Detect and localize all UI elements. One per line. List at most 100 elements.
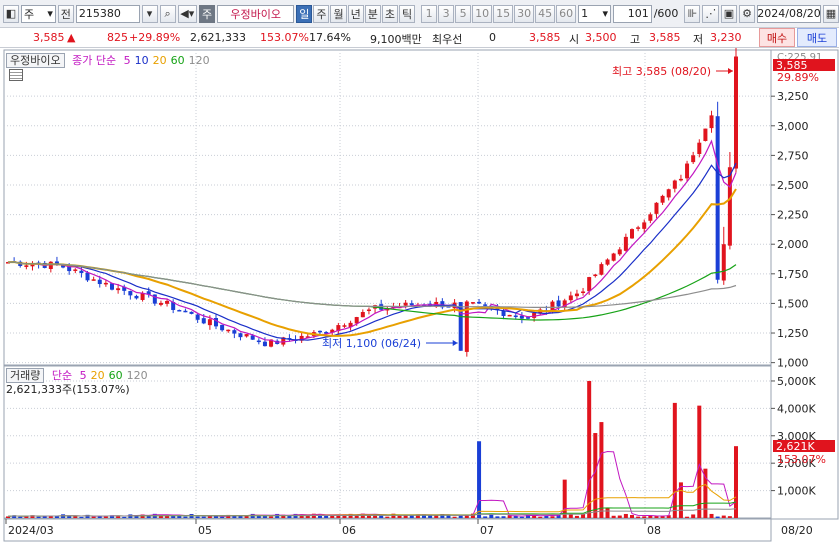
candle-body: [501, 310, 506, 317]
candle-body: [672, 180, 677, 189]
high-value: 3,585: [649, 31, 681, 44]
candle-body: [709, 115, 714, 129]
open-value: 3,500: [585, 31, 617, 44]
volume-bar: [642, 516, 647, 518]
sell-button[interactable]: 매도: [797, 28, 837, 47]
volume-bar: [721, 515, 726, 518]
volume-bar: [709, 513, 714, 518]
code-input[interactable]: 215380: [75, 4, 140, 23]
volume-bar: [734, 446, 738, 518]
prev-button[interactable]: 전: [57, 4, 74, 23]
interval-select[interactable]: 1 ▾: [578, 4, 612, 23]
x-tick-label: 08: [647, 524, 661, 537]
quote-bar: 3,585 ▲ 825 +29.89% 2,621,333 153.07% 17…: [0, 28, 839, 48]
price-tick-label: 2,750: [777, 149, 809, 162]
chevron-down-icon: ▾: [602, 7, 609, 20]
period-tab-5[interactable]: 초: [381, 4, 398, 23]
candle-body: [158, 302, 163, 305]
minute-option-15[interactable]: 15: [493, 4, 514, 23]
price-ma-120: 120: [188, 54, 210, 67]
candle-body: [256, 340, 261, 343]
period-tab-6[interactable]: 틱: [398, 4, 416, 23]
candle-body: [207, 319, 212, 326]
price-tick-label: 1,750: [777, 268, 809, 281]
candle-body: [678, 178, 683, 181]
volume-bar: [519, 516, 524, 518]
candle-body: [85, 272, 90, 281]
volume-bar: [538, 516, 543, 518]
minute-option-10[interactable]: 10: [472, 4, 493, 23]
volume-bar: [195, 516, 200, 518]
high-annotation: 최고 3,585 (08/20): [612, 65, 711, 78]
data-table-icon[interactable]: [9, 69, 23, 81]
minute-option-30[interactable]: 30: [514, 4, 535, 23]
volume-bar: [691, 514, 696, 518]
candle-body: [342, 325, 347, 327]
code-dropdown-icon[interactable]: ▾: [141, 4, 158, 23]
chevron-down-icon: ▾: [47, 7, 53, 20]
candle-body: [734, 56, 738, 169]
calendar-icon[interactable]: ▦: [823, 4, 839, 23]
candle-body: [660, 195, 665, 203]
open-label: 시: [569, 33, 580, 46]
market-value: 주: [24, 7, 35, 21]
price-tick-label: 1,500: [777, 297, 809, 310]
candle-body: [617, 249, 622, 255]
candle-body: [73, 269, 78, 271]
market-select[interactable]: 주 ▾: [21, 4, 56, 23]
chart-menu-icon[interactable]: ◧: [3, 4, 19, 23]
buy-button[interactable]: 매수: [759, 28, 795, 47]
period-tab-0[interactable]: 일: [296, 4, 313, 23]
candle-body: [403, 302, 408, 306]
period-tab-2[interactable]: 월: [330, 4, 347, 23]
toolbar: ◧ 주 ▾ 전 215380 ▾ ⌕ ◀▾ 주 우정바이오 일주월년분초틱 135…: [0, 0, 839, 28]
minute-option-5[interactable]: 5: [455, 4, 472, 23]
candle-body: [134, 295, 139, 299]
volume-bar: [593, 433, 598, 518]
stock-name-field[interactable]: 우정바이오: [217, 4, 295, 23]
indicator-icon[interactable]: ⋰: [702, 4, 719, 23]
volume-bar: [458, 515, 463, 518]
volume-bar: [269, 516, 274, 518]
minute-option-1[interactable]: 1: [421, 4, 438, 23]
volume-bar: [623, 513, 628, 518]
date-field[interactable]: 2024/08/20: [757, 4, 821, 23]
volume-tick-label: 5,000K: [777, 375, 816, 388]
volume-bar: [385, 516, 390, 518]
candle-body: [691, 155, 696, 163]
settings-icon[interactable]: ⚙: [739, 4, 755, 23]
candle-body: [318, 330, 322, 333]
candle-body: [177, 309, 182, 312]
candle-body: [507, 314, 512, 317]
volume-bar: [103, 516, 108, 518]
search-icon[interactable]: ⌕: [159, 4, 176, 23]
price-tick-label: 2,250: [777, 209, 809, 222]
minute-option-3[interactable]: 3: [438, 4, 455, 23]
stock-chart-svg[interactable]: 3,250 3,000 2,750 2,500 2,250 2,000 1,750 1,500…: [0, 41, 839, 542]
volume-bar: [36, 516, 41, 518]
minute-option-60[interactable]: 60: [556, 4, 577, 23]
speaker-icon[interactable]: ◀▾: [177, 4, 197, 23]
candle-body: [697, 142, 702, 154]
volume-bar: [636, 516, 641, 518]
candle-body: [721, 244, 726, 281]
change-value: 825: [107, 31, 128, 44]
candle-body: [574, 293, 579, 297]
candle-type-icon[interactable]: ⊪: [684, 4, 701, 23]
minute-option-45[interactable]: 45: [535, 4, 556, 23]
price-tick-label: 1,000: [777, 357, 809, 370]
last-volume-pct-tag: 153.07%: [777, 453, 826, 466]
period-tab-4[interactable]: 분: [364, 4, 381, 23]
volume-bar: [587, 380, 592, 518]
candle-body: [103, 282, 108, 285]
save-icon[interactable]: ▣: [721, 4, 737, 23]
chart-area[interactable]: 3,250 3,000 2,750 2,500 2,250 2,000 1,750 1,500…: [0, 41, 839, 542]
candle-body: [244, 334, 249, 337]
period-tab-1[interactable]: 주: [313, 4, 330, 23]
candle-body: [513, 315, 518, 318]
period-tab-3[interactable]: 년: [347, 4, 364, 23]
candle-body: [409, 303, 414, 306]
price-tick-label: 1,250: [777, 327, 809, 340]
volume-bar: [201, 516, 206, 518]
count-input[interactable]: 101: [613, 4, 652, 23]
